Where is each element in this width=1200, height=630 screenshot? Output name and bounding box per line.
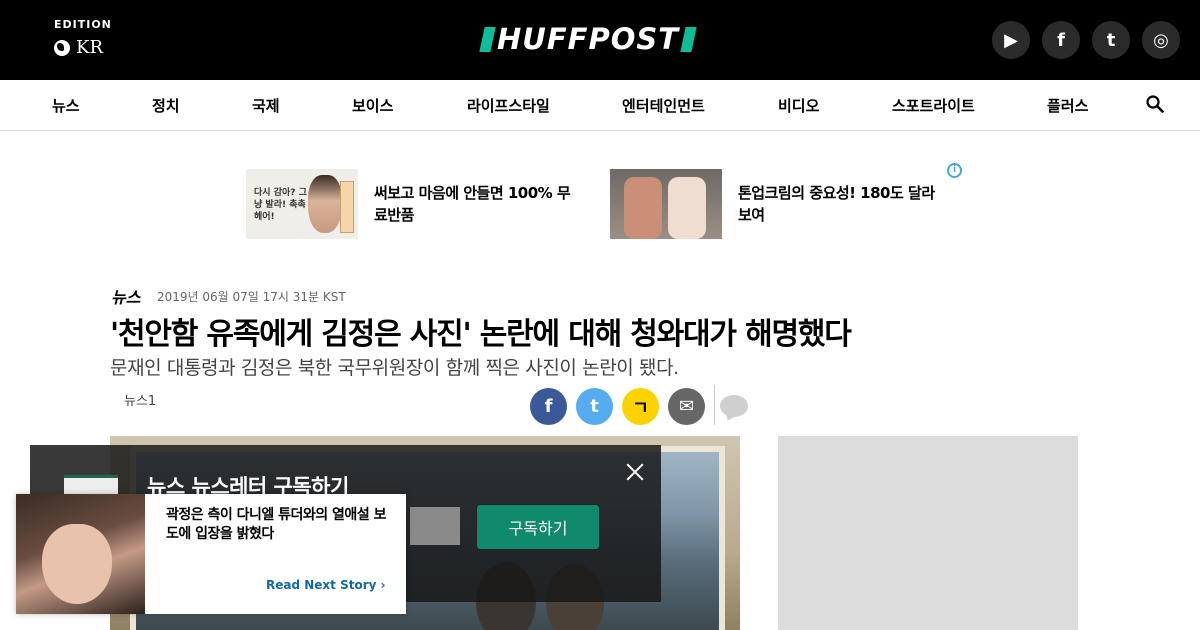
top-bar: EDITION KR HUFFPOST ▶ f t ◎	[0, 0, 1200, 80]
ad-title-1[interactable]: 써보고 마음에 안들면 100% 무료반품	[374, 182, 574, 226]
article-headline: '천안함 유족에게 김정은 사진' 논란에 대해 청와대가 해명했다	[110, 317, 852, 352]
nav-item-spotlight[interactable]: 스포트라이트	[892, 95, 975, 116]
ad-thumbnail-haircare[interactable]: 다시 감아? 그냥 발라! 촉촉 헤어!	[246, 169, 358, 239]
share-divider	[714, 385, 715, 425]
facebook-share-icon[interactable]: f	[530, 388, 567, 425]
section-kicker[interactable]: 뉴스	[111, 284, 140, 308]
comment-icon[interactable]	[720, 395, 748, 417]
logo-text: HUFFPOST	[497, 22, 680, 56]
ad-thumbnail-text: 다시 감아? 그냥 발라! 촉촉 헤어!	[254, 188, 307, 222]
nav-item-video[interactable]: 비디오	[778, 95, 819, 116]
close-icon[interactable]	[624, 461, 646, 483]
sidebar-ad-placeholder[interactable]	[778, 436, 1078, 630]
read-next-link[interactable]: Read Next Story ›	[266, 578, 386, 592]
edition-label: EDITION	[54, 18, 112, 31]
edition-selector[interactable]: EDITION KR	[54, 18, 112, 58]
section-nav: 뉴스 정치 국제 보이스 라이프스타일 엔터테인먼트 비디오 스포트라이트 플러…	[0, 80, 1200, 131]
nav-item-entertainment[interactable]: 엔터테인먼트	[622, 95, 705, 116]
read-next-title[interactable]: 곽정은 측이 다니엘 튜더와의 열애설 보도에 입장을 밝혔다	[166, 506, 386, 544]
edition-code: KR	[76, 37, 103, 58]
thumbnail-face	[42, 524, 112, 604]
youtube-icon[interactable]: ▶	[992, 21, 1030, 59]
ad-thumbnail-toneup[interactable]	[610, 169, 722, 239]
ad-wrist-left	[624, 177, 662, 239]
logo-bar-right	[680, 27, 697, 52]
article-dek: 문재인 대통령과 김정은 북한 국무위원장이 함께 찍은 사진이 논란이 됐다.	[110, 357, 679, 379]
ad-title-2[interactable]: 톤업크림의 중요성! 180도 달라보여	[738, 182, 938, 226]
ad-product-tube	[340, 181, 354, 233]
nav-item-plus[interactable]: 플러스	[1047, 95, 1088, 116]
adchoices-icon[interactable]: i	[947, 163, 962, 178]
timestamp: 2019년 06월 07일 17시 31분 KST	[157, 290, 346, 304]
email-share-icon[interactable]: ✉	[668, 388, 705, 425]
ad-model-image	[308, 175, 342, 233]
huffpost-logo[interactable]: HUFFPOST	[479, 22, 697, 56]
twitter-share-icon[interactable]: t	[576, 388, 613, 425]
facebook-icon[interactable]: f	[1042, 21, 1080, 59]
kakao-share-icon[interactable]: ㄱ	[622, 388, 659, 425]
instagram-icon[interactable]: ◎	[1142, 21, 1180, 59]
nav-item-politics[interactable]: 정치	[152, 95, 180, 116]
ad-wrist-right	[668, 177, 706, 239]
nav-item-world[interactable]: 국제	[252, 95, 280, 116]
nav-item-lifestyle[interactable]: 라이프스타일	[467, 95, 550, 116]
nav-item-voices[interactable]: 보이스	[352, 95, 393, 116]
nav-item-news[interactable]: 뉴스	[52, 95, 80, 116]
twitter-icon[interactable]: t	[1092, 21, 1130, 59]
read-next-thumbnail[interactable]	[16, 494, 145, 614]
logo-bar-left	[479, 27, 496, 52]
read-next-card[interactable]: 곽정은 측이 다니엘 튜더와의 열애설 보도에 입장을 밝혔다 Read Nex…	[16, 494, 406, 614]
social-links: ▶ f t ◎	[992, 21, 1180, 59]
newsletter-email-input[interactable]	[410, 507, 460, 545]
globe-icon	[54, 39, 70, 56]
byline: 뉴스1	[124, 394, 157, 409]
search-icon[interactable]	[1146, 95, 1164, 113]
subscribe-button[interactable]: 구독하기	[476, 504, 600, 550]
